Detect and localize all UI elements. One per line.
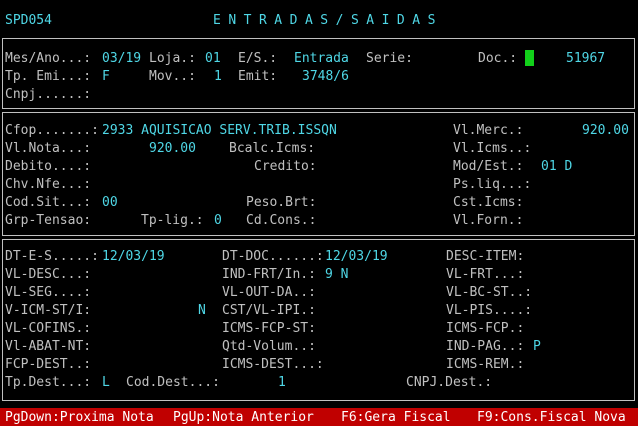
pgdown-key[interactable]: PgDown:Proxima Nota — [5, 409, 154, 426]
bcalc-icms-label: Bcalc.Icms: — [229, 141, 316, 156]
vl-frt-label: VL-FRT...: — [446, 267, 525, 282]
grp-tensao-label: Grp-Tensao: — [5, 213, 92, 228]
cod-sit-field[interactable]: 00 — [102, 194, 118, 212]
chv-nfe-label: Chv.Nfe...: — [5, 177, 92, 192]
vl-icms-label: Vl.Icms..: — [453, 141, 532, 156]
vl-merc-label: Vl.Merc.: — [453, 123, 524, 138]
loja-label: Loja.: — [149, 51, 196, 66]
tp-emi-field[interactable]: F — [102, 68, 110, 86]
ind-frt-field[interactable]: 9 N — [325, 266, 348, 284]
tp-dest-field[interactable]: L — [102, 374, 110, 392]
mov-label: Mov..: — [149, 69, 196, 84]
icms-rem-label: ICMS-REM.: — [446, 357, 525, 372]
peso-brt-label: Peso.Brt: — [246, 195, 317, 210]
f6-key[interactable]: F6:Gera Fiscal — [341, 409, 451, 426]
pgup-key[interactable]: PgUp:Nota Anterior — [173, 409, 314, 426]
mov-field[interactable]: 1 — [214, 68, 222, 86]
cd-cons-label: Cd.Cons.: — [246, 213, 317, 228]
cod-sit-label: Cod.Sit...: — [5, 195, 92, 210]
emit-label: Emit: — [238, 69, 278, 84]
doc-field[interactable]: 51967 — [566, 50, 605, 68]
text-cursor — [525, 50, 534, 66]
vl-nota-field[interactable]: 920.00 — [149, 140, 196, 158]
mod-est-field[interactable]: 01 D — [541, 158, 572, 176]
vl-forn-label: Vl.Forn.: — [453, 213, 524, 228]
tp-dest-label: Tp.Dest...: — [5, 375, 92, 390]
ind-pag-field[interactable]: P — [533, 338, 541, 356]
vl-abat-nt-label: Vl-ABAT-NT: — [5, 339, 92, 354]
cfop-label: Cfop.......: — [5, 123, 99, 138]
f9-key[interactable]: F9:Cons.Fiscal Nova — [477, 409, 626, 426]
v-icm-st-field[interactable]: N — [198, 302, 206, 320]
vl-bc-st-label: VL-BC-ST..: — [446, 285, 533, 300]
vl-out-da-label: VL-OUT-DA..: — [222, 285, 316, 300]
loja-field[interactable]: 01 — [205, 50, 221, 68]
tp-lig-field[interactable]: 0 — [214, 212, 222, 230]
ind-frt-label: IND-FRT/In.: — [222, 267, 316, 282]
debito-label: Debito....: — [5, 159, 92, 174]
mes-ano-label: Mes/Ano...: — [5, 51, 92, 66]
icms-dest-label: ICMS-DEST...: — [222, 357, 324, 372]
vl-cofins-label: VL-COFINS.: — [5, 321, 92, 336]
cfop-field[interactable]: 2933 AQUISICAO SERV.TRIB.ISSQN — [102, 122, 337, 140]
vl-desc-label: VL-DESC...: — [5, 267, 92, 282]
tp-emi-label: Tp. Emi...: — [5, 69, 92, 84]
mod-est-label: Mod/Est.: — [453, 159, 524, 174]
es-field[interactable]: Entrada — [294, 50, 349, 68]
screen-title: ENTRADAS/SAIDAS — [213, 13, 443, 28]
cnpj-dest-label: CNPJ.Dest.: — [406, 375, 493, 390]
vl-nota-label: Vl.Nota...: — [5, 141, 92, 156]
cst-icms-label: Cst.Icms: — [453, 195, 524, 210]
es-label: E/S.: — [238, 51, 278, 66]
cod-dest-label: Cod.Dest...: — [126, 375, 220, 390]
emit-field[interactable]: 3748/6 — [302, 68, 349, 86]
dt-doc-field[interactable]: 12/03/19 — [325, 248, 388, 266]
cod-dest-field[interactable]: 1 — [278, 374, 286, 392]
ps-liq-label: Ps.liq...: — [453, 177, 532, 192]
vl-merc-field[interactable]: 920.00 — [582, 122, 629, 140]
desc-item-label: DESC-ITEM: — [446, 249, 525, 264]
screen-code: SPD054 — [5, 13, 52, 28]
vl-seg-label: VL-SEG....: — [5, 285, 92, 300]
dt-e-s-label: DT-E-S.....: — [5, 249, 99, 264]
serie-label: Serie: — [366, 51, 413, 66]
icms-fcp-st-label: ICMS-FCP-ST: — [222, 321, 316, 336]
vl-pis-label: VL-PIS....: — [446, 303, 533, 318]
fcp-dest-label: FCP-DEST..: — [5, 357, 92, 372]
tp-lig-label: Tp-lig.: — [141, 213, 204, 228]
qtd-volum-label: Qtd-Volum..: — [222, 339, 316, 354]
dt-doc-label: DT-DOC......: — [222, 249, 324, 264]
v-icm-st-label: V-ICM-ST/I: — [5, 303, 92, 318]
icms-fcp-label: ICMS-FCP.: — [446, 321, 525, 336]
dt-e-s-field[interactable]: 12/03/19 — [102, 248, 165, 266]
cst-vl-ipi-label: CST/VL-IPI.: — [222, 303, 316, 318]
ind-pag-label: IND-PAG..: — [446, 339, 525, 354]
mes-ano-field[interactable]: 03/19 — [102, 50, 141, 68]
doc-label: Doc.: — [478, 51, 518, 66]
credito-label: Credito: — [254, 159, 317, 174]
cnpj-label: Cnpj......: — [5, 87, 92, 102]
